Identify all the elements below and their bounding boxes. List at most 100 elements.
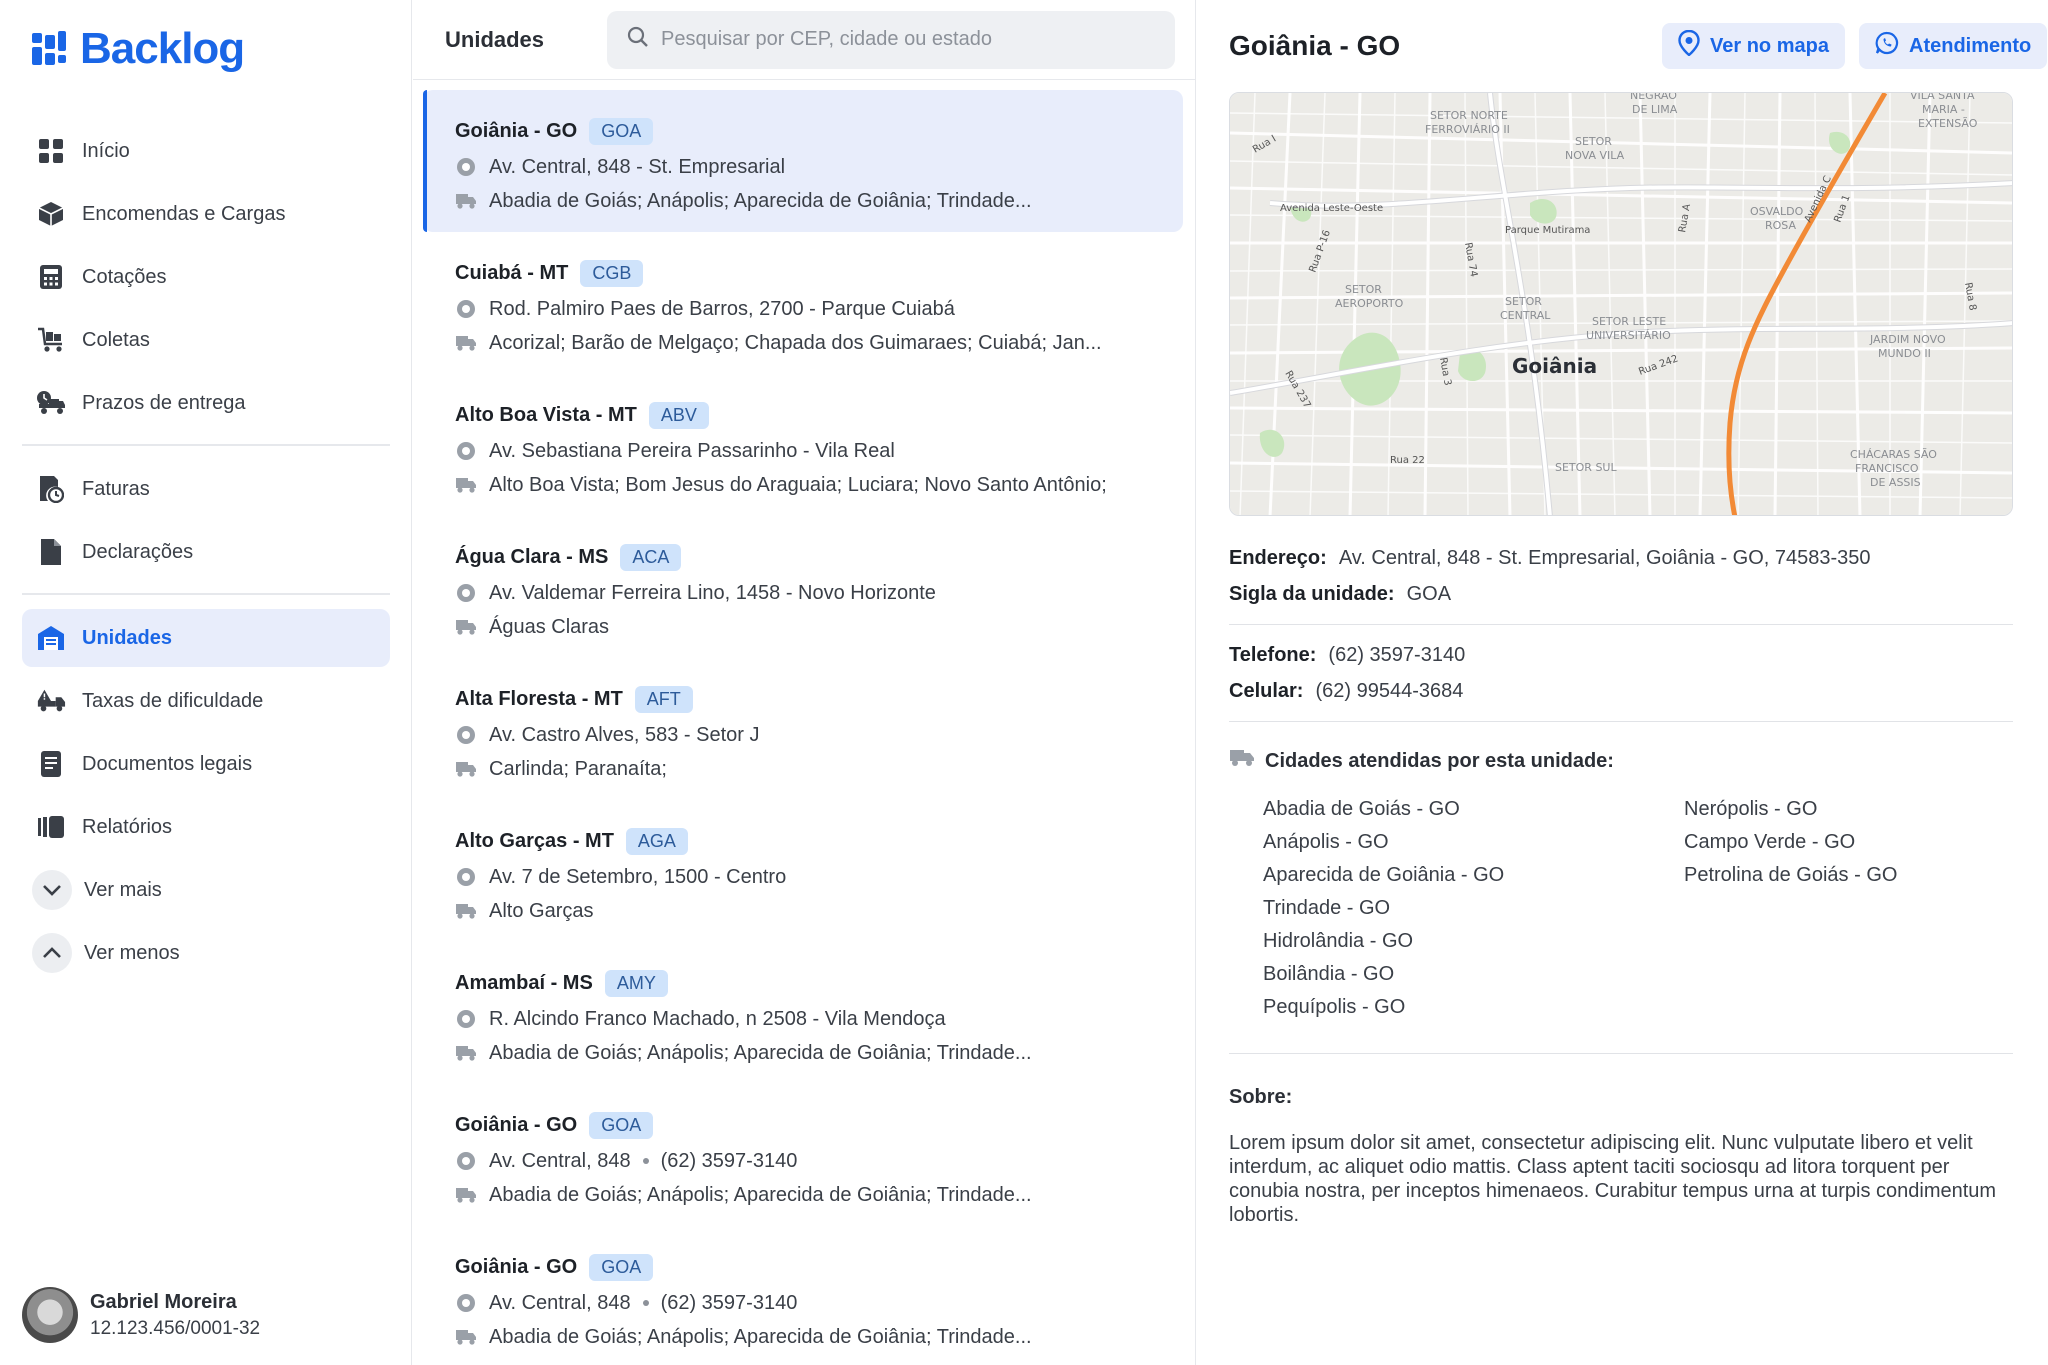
delivery-truck-icon [36, 388, 66, 418]
unit-title-row: Cuiabá - MT CGB [455, 258, 1183, 288]
sidebar-item-label: Cotações [82, 265, 167, 288]
unit-cities-row: Alto Garças [455, 898, 1183, 924]
unit-address: Av. Central, 848 (62) 3597-3140 [489, 1150, 797, 1173]
unit-address-text: R. Alcindo Franco Machado, n 2508 - Vila… [489, 1007, 946, 1030]
support-label: Atendimento [1909, 34, 2032, 57]
map-image: SETOR NORTEFERROVIÁRIO II SETORNOVA VILA… [1230, 93, 2012, 515]
sidebar-item-relatorios[interactable]: Relatórios [22, 798, 390, 856]
unit-cities: Alto Boa Vista; Bom Jesus do Araguaia; L… [489, 473, 1107, 496]
sidebar-item-taxas[interactable]: Taxas de dificuldade [22, 672, 390, 730]
unit-title-row: Água Clara - MS ACA [455, 542, 1183, 572]
search-box[interactable] [607, 10, 1175, 69]
truck-icon [455, 332, 477, 354]
phone-label: Telefone: [1229, 643, 1317, 666]
sidebar-nav: Início Encomendas e Cargas Cotações Cole… [22, 122, 390, 987]
view-on-map-label: Ver no mapa [1710, 34, 1829, 57]
sidebar-item-label: Prazos de entrega [82, 391, 246, 414]
sidebar-item-label: Coletas [82, 328, 150, 351]
separator-dot [642, 1158, 649, 1165]
support-button[interactable]: Atendimento [1859, 23, 2048, 69]
unit-name: Água Clara - MS [455, 545, 609, 568]
unit-code-badge: AGA [625, 827, 688, 855]
unit-detail-panel: Goiânia - GO Ver no mapa Atendimento SET… [1197, 0, 2048, 1365]
unit-address-row: Av. Sebastiana Pereira Passarinho - Vila… [455, 438, 1183, 464]
svg-text:CENTRAL: CENTRAL [1500, 309, 1551, 322]
svg-text:MARIA -: MARIA - [1922, 103, 1965, 116]
unit-address-text: Av. Central, 848 [489, 1149, 631, 1172]
chevron-up-icon [32, 933, 72, 973]
svg-text:Parque Mutirama: Parque Mutirama [1505, 225, 1590, 236]
sidebar-item-unidades[interactable]: Unidades [22, 609, 390, 667]
svg-text:SETOR: SETOR [1505, 295, 1542, 308]
unit-address-row: Av. Central, 848 (62) 3597-3140 [455, 1148, 1183, 1174]
unit-name: Goiânia - GO [455, 1255, 578, 1278]
svg-text:JARDIM NOVO: JARDIM NOVO [1869, 333, 1946, 346]
sidebar-show-more[interactable]: Ver mais [22, 861, 390, 919]
unit-title-row: Alto Garças - MT AGA [455, 826, 1183, 856]
svg-text:DE LIMA: DE LIMA [1632, 103, 1678, 116]
svg-text:Goiânia: Goiânia [1512, 354, 1597, 378]
sidebar-item-documentos[interactable]: Documentos legais [22, 735, 390, 793]
unit-list-item[interactable]: Goiânia - GO GOA Av. Central, 848 - St. Em… [423, 90, 1183, 232]
unit-list-item[interactable]: Goiânia - GO GOA Av. Central, 848 (62) 3597… [423, 1226, 1183, 1365]
unit-list-item[interactable]: Cuiabá - MT CGB Rod. Palmiro Paes de Barro… [423, 232, 1183, 374]
sidebar-item-coletas[interactable]: Coletas [22, 311, 390, 369]
unit-map[interactable]: SETOR NORTE FERROVIÁRIO II SETOR NOVA VILA… [1229, 92, 2013, 516]
units-list: Goiânia - GO GOA Av. Central, 848 - St. Em… [413, 80, 1195, 1365]
svg-text:SETOR: SETOR [1345, 283, 1382, 296]
sidebar-item-label: Taxas de dificuldade [82, 689, 264, 712]
city-item: Anápolis - GO [1263, 831, 1389, 853]
sidebar-item-cotacoes[interactable]: Cotações [22, 248, 390, 306]
unit-title-row: Goiânia - GO GOA [455, 1252, 1183, 1282]
unit-list-item[interactable]: Água Clara - MS ACA Av. Valdemar Ferreira … [423, 516, 1183, 658]
unit-list-item[interactable]: Alto Garças - MT AGA Av. 7 de Setembro, 15… [423, 800, 1183, 942]
unit-list-item[interactable]: Alta Floresta - MT AFT Av. Castro Alves, 5… [423, 658, 1183, 800]
unit-list-item[interactable]: Amambaí - MS AMY R. Alcindo Franco Machado… [423, 942, 1183, 1084]
sidebar-item-label: Documentos legais [82, 752, 253, 775]
svg-text:SETOR SUL: SETOR SUL [1555, 461, 1617, 474]
user-name: Gabriel Moreira [90, 1290, 237, 1313]
unit-list-item[interactable]: Goiânia - GO GOA Av. Central, 848 (62) 3597… [423, 1084, 1183, 1226]
sidebar-item-declaracoes[interactable]: Declarações [22, 523, 390, 581]
unit-title-row: Alta Floresta - MT AFT [455, 684, 1183, 714]
sidebar-item-inicio[interactable]: Início [22, 122, 390, 180]
truck-icon [455, 1184, 477, 1206]
sidebar-item-label: Encomendas e Cargas [82, 202, 286, 225]
view-on-map-button[interactable]: Ver no mapa [1662, 23, 1845, 69]
search-input[interactable] [661, 28, 1161, 51]
unit-cities: Carlinda; Paranaíta; [489, 757, 667, 780]
unit-cities-row: Abadia de Goiás; Anápolis; Aparecida de … [455, 1040, 1183, 1066]
unit-list-item[interactable]: Alto Boa Vista - MT ABV Av. Sebastiana Per… [423, 374, 1183, 516]
sidebar-item-faturas[interactable]: Faturas [22, 460, 390, 518]
phone-value[interactable]: (62) 3597-3140 [1328, 644, 1465, 667]
unit-title-row: Alto Boa Vista - MT ABV [455, 400, 1183, 430]
svg-text:MUNDO II: MUNDO II [1878, 347, 1931, 360]
unit-name: Alto Garças - MT [455, 829, 614, 852]
location-pin-icon [455, 1008, 477, 1030]
phone-row: Telefone: (62) 3597-3140 [1229, 637, 2048, 673]
location-pin-icon [455, 1150, 477, 1172]
svg-text:CHÁCARAS SÃO: CHÁCARAS SÃO [1850, 448, 1937, 461]
location-pin-icon [455, 440, 477, 462]
city-item: Pequípolis - GO [1263, 996, 1406, 1018]
unit-address-text: Rod. Palmiro Paes de Barros, 2700 - Parq… [489, 297, 955, 320]
grid-icon [36, 136, 66, 166]
sidebar-show-less[interactable]: Ver menos [22, 924, 390, 982]
show-more-label: Ver mais [84, 878, 162, 901]
unit-code-badge: CGB [580, 259, 644, 287]
app-logo[interactable]: Backlog [32, 24, 245, 73]
code-value: GOA [1406, 582, 1452, 605]
address-label: Endereço: [1229, 546, 1327, 569]
unit-phone: (62) 3597-3140 [660, 1291, 798, 1314]
mobile-value[interactable]: (62) 99544-3684 [1315, 680, 1463, 703]
user-profile[interactable]: Gabriel Moreira 12.123.456/0001-32 [22, 1287, 260, 1343]
svg-text:DE ASSIS: DE ASSIS [1870, 476, 1921, 489]
unit-title-row: Goiânia - GO GOA [455, 116, 1183, 146]
sidebar-item-encomendas[interactable]: Encomendas e Cargas [22, 185, 390, 243]
unit-code-badge: GOA [589, 1111, 654, 1139]
legal-document-icon [36, 749, 66, 779]
sidebar-item-prazos[interactable]: Prazos de entrega [22, 374, 390, 432]
about-text: Lorem ipsum dolor sit amet, consectetur … [1229, 1132, 1997, 1226]
unit-address-row: Av. Central, 848 - St. Empresarial [455, 154, 1183, 180]
svg-text:NEGRÃO: NEGRÃO [1630, 93, 1677, 102]
